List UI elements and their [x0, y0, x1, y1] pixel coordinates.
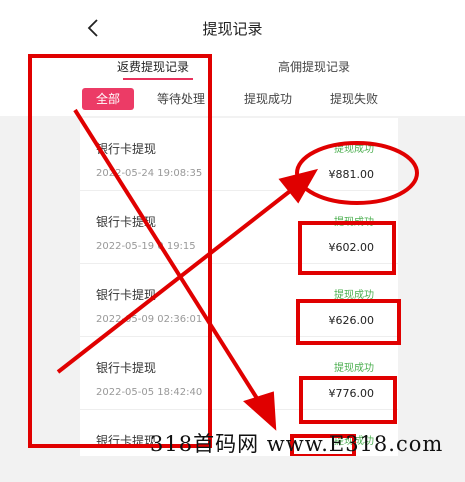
record-row[interactable]: 银行卡提现 2022-05-24 19:08:35 提现成功 ¥881.00 — [80, 118, 398, 191]
tab-rebate-withdrawals[interactable]: 返费提现记录 — [117, 58, 189, 75]
record-date: 2022-05-05 18:42:40 — [96, 387, 203, 398]
filter-all[interactable]: 全部 — [82, 88, 135, 110]
record-amount: ¥776.00 — [328, 387, 375, 400]
record-status: 提现成功 — [334, 217, 374, 228]
record-title: 银行卡提现 — [96, 142, 157, 156]
record-title: 银行卡提现 — [96, 288, 157, 302]
page-title: 提现记录 — [202, 20, 263, 38]
record-status: 提现成功 — [334, 290, 374, 301]
tab-commission-withdrawals[interactable]: 高佣提现记录 — [278, 58, 350, 75]
record-title: 银行卡提现 — [96, 361, 157, 375]
record-title: 银行卡提现 — [96, 434, 157, 448]
record-date: 2022-05-24 19:08:35 — [96, 168, 203, 179]
record-tabs: 返费提现记录 高佣提现记录 — [0, 56, 465, 80]
record-date: 2022-05-09 02:36:01 — [96, 314, 203, 325]
record-row[interactable]: 银行卡提现 2022-05-05 18:42:40 提现成功 ¥776.00 — [80, 337, 398, 410]
record-amount: ¥602.00 — [328, 241, 375, 254]
top-bar: 提现记录 — [0, 0, 465, 56]
filter-pending[interactable]: 等待处理 — [157, 88, 205, 110]
record-status: 提现成功 — [334, 144, 374, 155]
watermark-text: 318首码网 www.E318.com — [150, 432, 444, 456]
record-status: 提现成功 — [334, 363, 374, 374]
record-date: 2022-05-19 0 19:15 — [96, 241, 196, 252]
filter-success[interactable]: 提现成功 — [244, 88, 292, 110]
status-filter-bar: 全部 等待处理 提现成功 提现失败 — [0, 80, 465, 116]
record-amount: ¥626.00 — [328, 314, 375, 327]
filter-failed[interactable]: 提现失败 — [330, 88, 378, 110]
withdrawal-record-list: 银行卡提现 2022-05-24 19:08:35 提现成功 ¥881.00 银… — [80, 118, 398, 456]
record-row[interactable]: 银行卡提现 2022-05-09 02:36:01 提现成功 ¥626.00 — [80, 264, 398, 337]
record-amount: ¥881.00 — [328, 168, 375, 181]
record-row[interactable]: 银行卡提现 2022-05-19 0 19:15 提现成功 ¥602.00 — [80, 191, 398, 264]
record-title: 银行卡提现 — [96, 215, 157, 229]
